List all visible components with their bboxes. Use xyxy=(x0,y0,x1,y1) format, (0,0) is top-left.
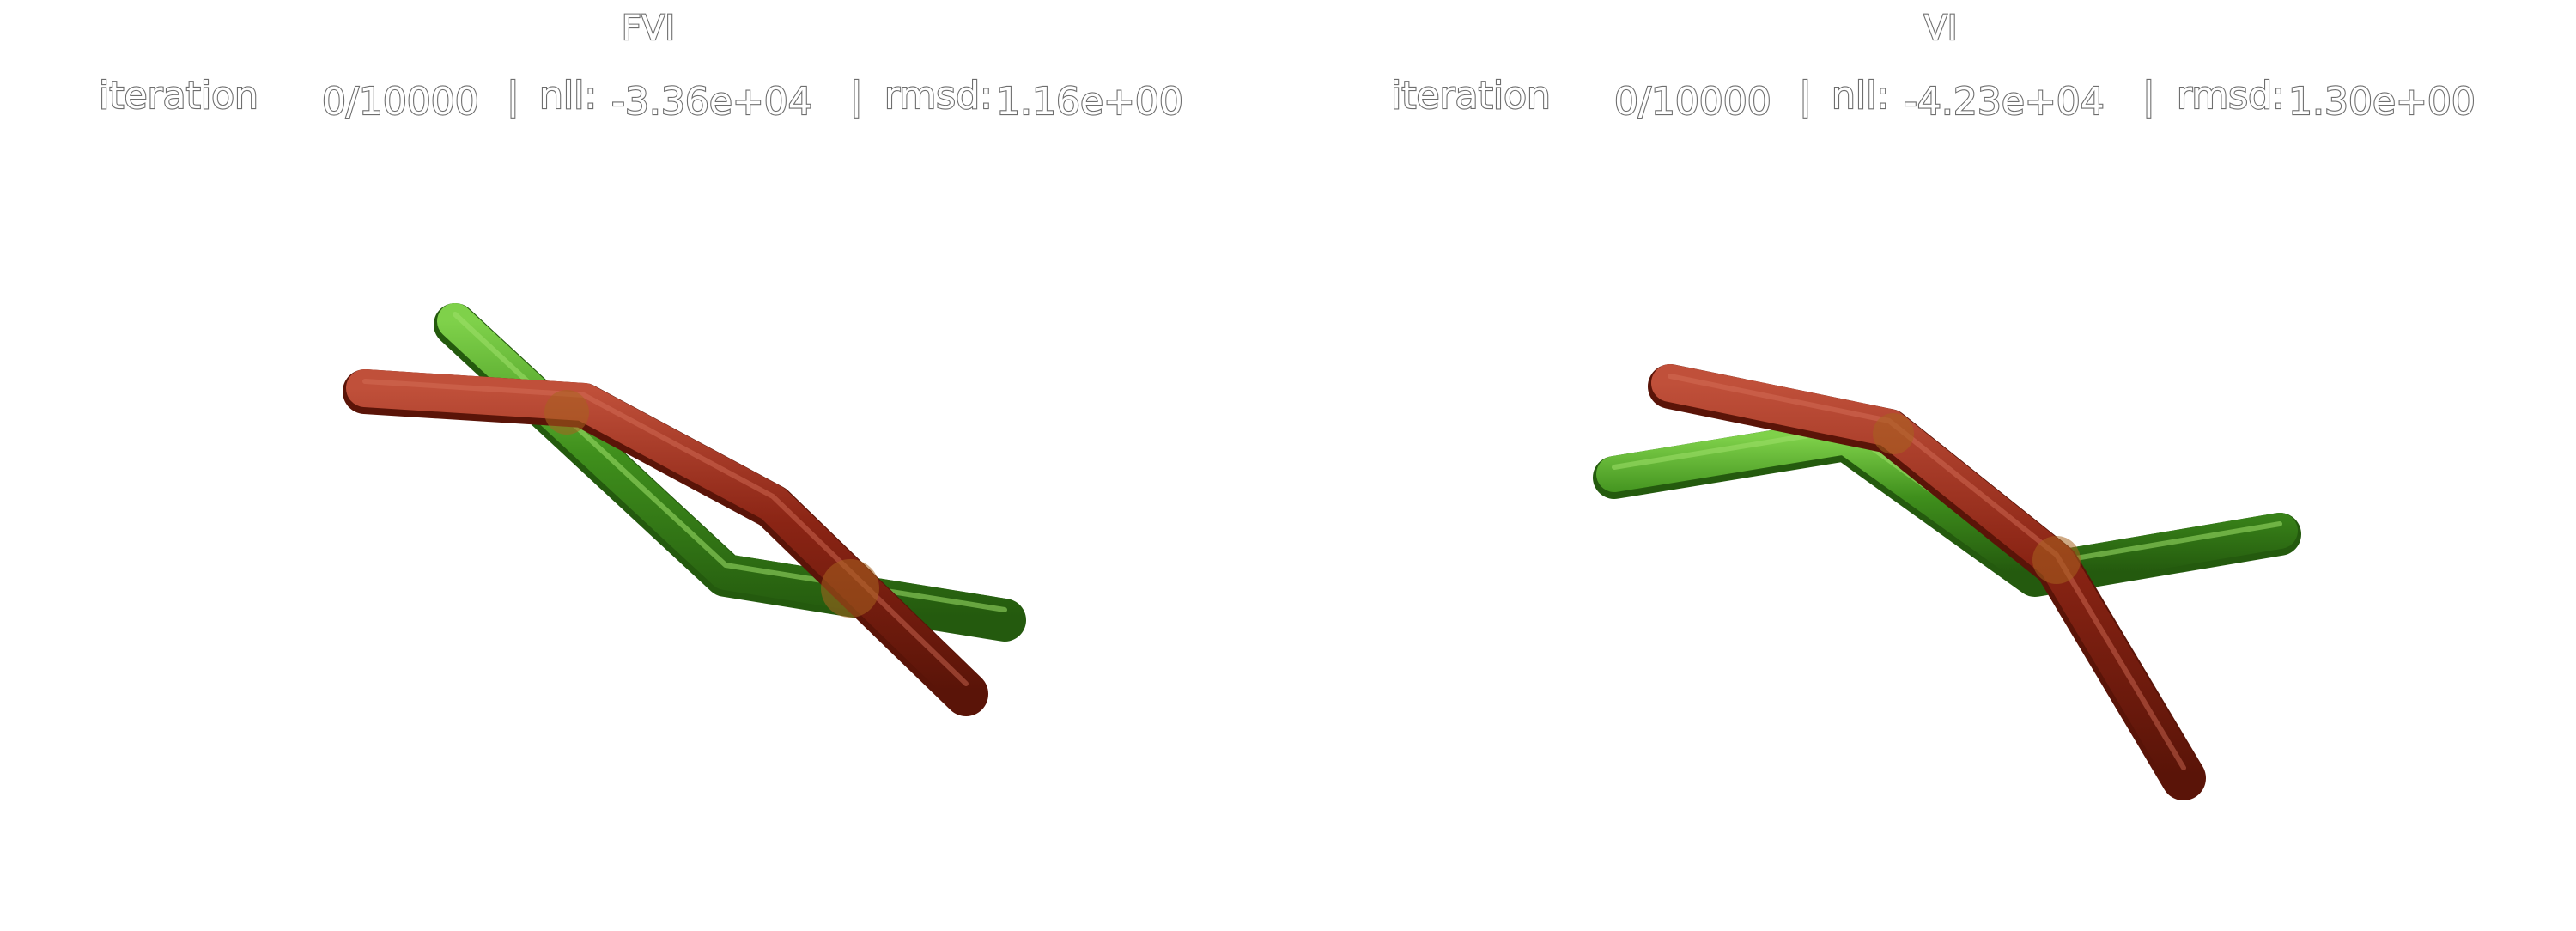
panel-vi: VI iteration 0/10000 | nll: -4.23e+04 | … xyxy=(1288,0,2576,928)
panel-fvi: FVI iteration 0/10000 | nll: -3.36e+04 |… xyxy=(0,0,1288,928)
nll-value: -3.36e+04 xyxy=(611,80,812,124)
rmsd-label: rmsd: xyxy=(884,74,993,118)
panel-title: VI xyxy=(1923,9,1957,48)
separator: | xyxy=(2142,74,2155,118)
separator: | xyxy=(507,74,519,118)
separator: | xyxy=(850,74,863,118)
rmsd-label: rmsd: xyxy=(2177,74,2285,118)
nll-value: -4.23e+04 xyxy=(1904,80,2105,124)
iteration-value: 0/10000 xyxy=(322,80,479,124)
separator: | xyxy=(1799,74,1812,118)
fvi-viewport: FVI iteration 0/10000 | nll: -3.36e+04 |… xyxy=(98,8,1184,716)
rmsd-value: 1.16e+00 xyxy=(996,80,1183,124)
iteration-label: iteration xyxy=(99,74,258,118)
nll-label: nll: xyxy=(1832,74,1889,118)
panel-title: FVI xyxy=(622,9,675,48)
iteration-value: 0/10000 xyxy=(1614,80,1771,124)
nll-label: nll: xyxy=(539,74,597,118)
vi-viewport: VI iteration 0/10000 | nll: -4.23e+04 | … xyxy=(1390,8,2476,800)
rmsd-value: 1.30e+00 xyxy=(2288,80,2476,124)
iteration-label: iteration xyxy=(1391,74,1551,118)
